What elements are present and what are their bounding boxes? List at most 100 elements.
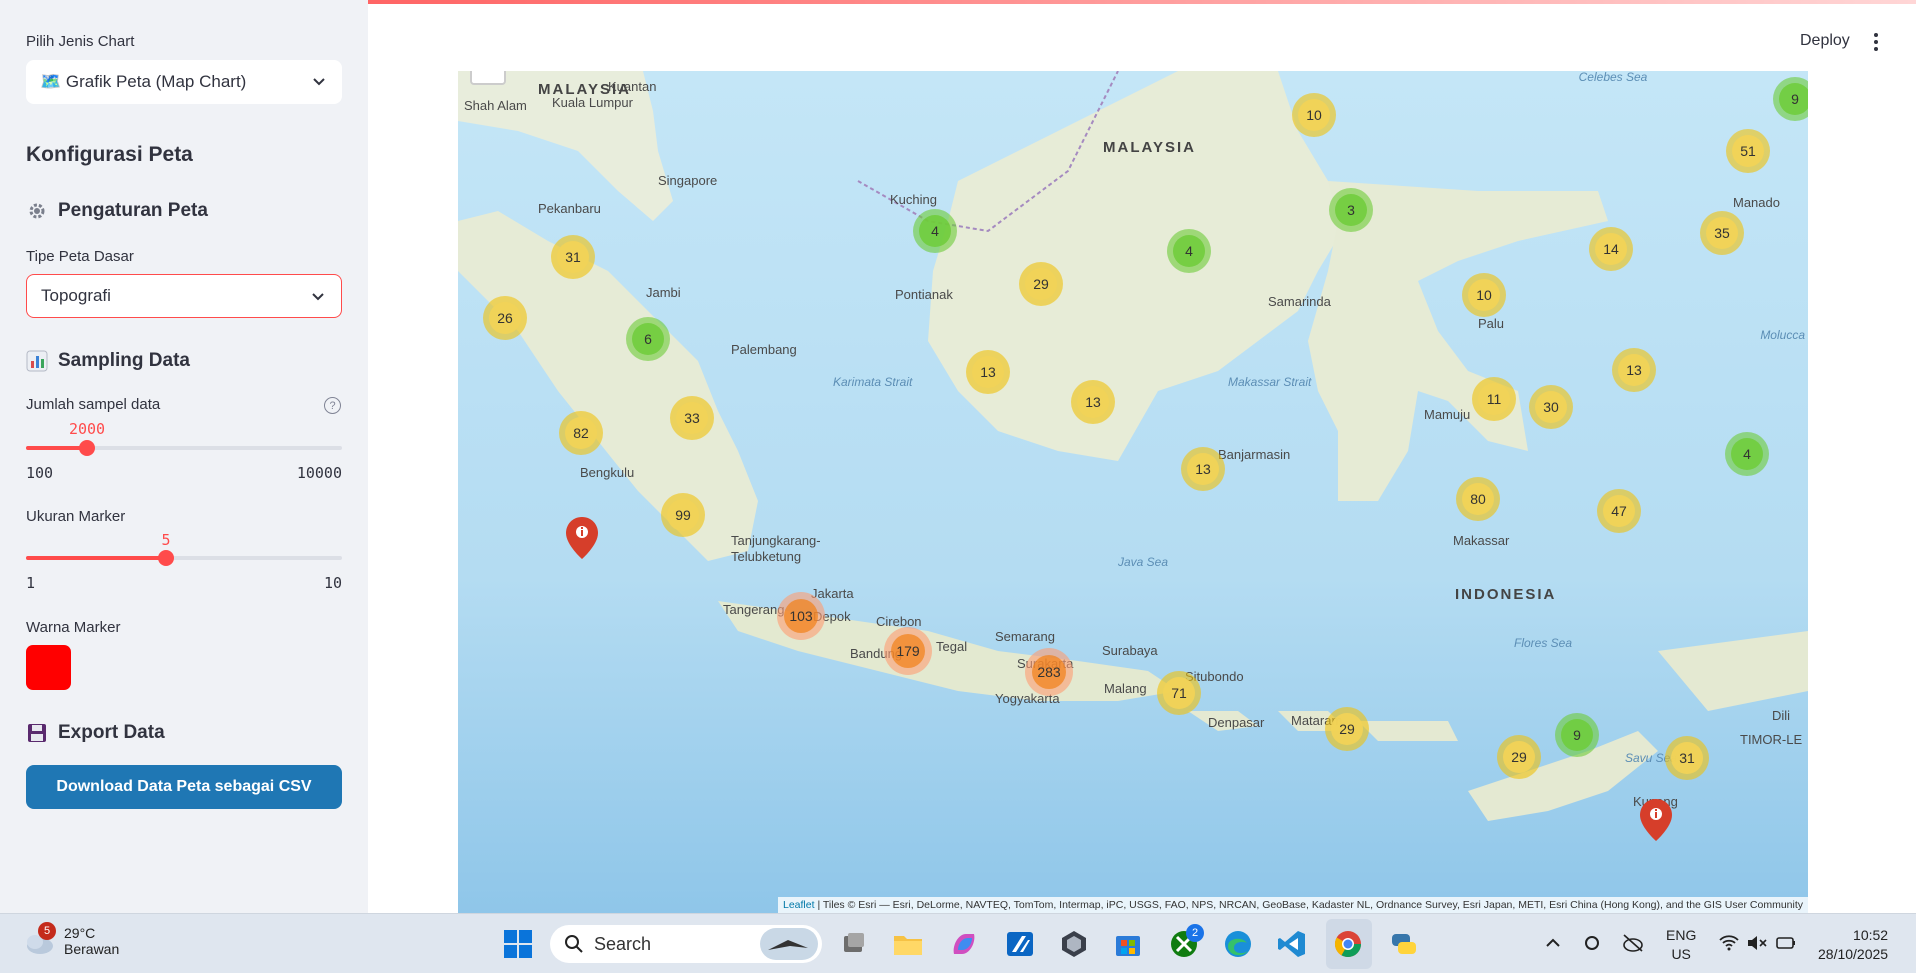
cloud-off-icon[interactable]: [1622, 933, 1644, 953]
sample-slider-thumb[interactable]: [79, 440, 95, 456]
marker-cluster-count: 13: [1187, 453, 1219, 485]
marker-cluster[interactable]: 14: [1589, 227, 1633, 271]
marker-cluster-count: 30: [1535, 391, 1567, 423]
marker-cluster-count: 4: [919, 215, 951, 247]
download-csv-button[interactable]: Download Data Peta sebagai CSV: [26, 765, 342, 809]
deploy-button[interactable]: Deploy: [1800, 32, 1850, 50]
marker-cluster-count: 9: [1561, 719, 1593, 751]
marker-cluster[interactable]: 4: [1725, 432, 1769, 476]
chevron-down-icon: [312, 293, 324, 301]
language-indicator[interactable]: ENG US: [1666, 926, 1696, 964]
map-container[interactable]: MALAYSIA Kuantan Shah Alam Kuala Lumpur Sing…: [458, 71, 1808, 913]
place-label-kuala_lumpur: Kuala Lumpur: [552, 95, 633, 110]
marker-cluster[interactable]: 71: [1157, 671, 1201, 715]
sampling-heading: Sampling Data: [26, 350, 190, 372]
place-label-kuching: Kuching: [890, 192, 937, 207]
chart-type-label: Pilih Jenis Chart: [26, 33, 135, 50]
chart-type-select[interactable]: 🗺️ Grafik Peta (Map Chart): [26, 60, 342, 104]
marker-cluster[interactable]: 82: [559, 411, 603, 455]
marker-cluster[interactable]: 29: [1497, 735, 1541, 779]
marker-cluster[interactable]: 4: [1167, 229, 1211, 273]
chevron-down-icon: [313, 78, 325, 86]
marker-color-picker[interactable]: [26, 645, 71, 690]
marker-cluster[interactable]: 11: [1472, 377, 1516, 421]
place-label-jambi: Jambi: [646, 285, 681, 300]
marker-cluster-count: 10: [1298, 99, 1330, 131]
marker-cluster[interactable]: 35: [1700, 211, 1744, 255]
chrome-icon[interactable]: [1332, 928, 1364, 960]
marker-cluster[interactable]: 33: [670, 396, 714, 440]
marker-slider[interactable]: [26, 550, 342, 566]
map-pin-icon[interactable]: [1638, 797, 1674, 843]
copilot-icon[interactable]: [948, 928, 980, 960]
bar-chart-icon: [26, 350, 48, 372]
marker-cluster[interactable]: 10: [1462, 273, 1506, 317]
marker-cluster-count: 35: [1706, 217, 1738, 249]
zoom-control[interactable]: [470, 71, 506, 85]
taskbar: 29°C Berawan 5 Search 2 ENG US 10:52 28/…: [0, 913, 1916, 973]
marker-cluster[interactable]: 26: [483, 296, 527, 340]
wifi-icon[interactable]: [1718, 934, 1740, 952]
vscode-icon[interactable]: [1276, 928, 1308, 960]
power-automate-icon[interactable]: [1004, 928, 1036, 960]
clock[interactable]: 10:52 28/10/2025: [1818, 926, 1888, 964]
place-label-pontianak: Pontianak: [895, 287, 953, 302]
kebab-menu-icon[interactable]: [1872, 32, 1880, 52]
marker-cluster[interactable]: 4: [913, 209, 957, 253]
marker-cluster[interactable]: 13: [1071, 380, 1115, 424]
marker-cluster[interactable]: 29: [1325, 707, 1369, 751]
marker-cluster[interactable]: 51: [1726, 129, 1770, 173]
floppy-disk-icon: [28, 724, 46, 742]
marker-cluster[interactable]: 179: [884, 627, 932, 675]
volume-muted-icon[interactable]: [1746, 934, 1768, 952]
sample-slider-min: 100: [26, 464, 54, 482]
marker-cluster[interactable]: 10: [1292, 93, 1336, 137]
marker-cluster[interactable]: 31: [1665, 736, 1709, 780]
edge-icon[interactable]: [1222, 928, 1254, 960]
sample-slider-label: Jumlah sampel data: [26, 396, 161, 413]
marker-slider-min: 1: [26, 574, 36, 592]
marker-slider-thumb[interactable]: [158, 550, 174, 566]
marker-cluster[interactable]: 47: [1597, 489, 1641, 533]
taskbar-search[interactable]: Search: [550, 925, 822, 963]
marker-cluster[interactable]: 103: [777, 592, 825, 640]
chevron-up-icon[interactable]: [1544, 934, 1562, 952]
sample-slider[interactable]: [26, 440, 342, 456]
marker-color-label: Warna Marker: [26, 619, 121, 636]
marker-cluster[interactable]: 30: [1529, 385, 1573, 429]
map-pin-icon[interactable]: [564, 515, 600, 561]
place-label-timor: TIMOR-LE: [1740, 732, 1803, 747]
marker-cluster[interactable]: 13: [966, 350, 1010, 394]
marker-cluster[interactable]: 99: [661, 493, 705, 537]
help-icon[interactable]: ?: [324, 397, 341, 414]
marker-cluster[interactable]: 283: [1025, 648, 1073, 696]
microsoft-store-icon[interactable]: [1112, 928, 1144, 960]
cube-app-icon[interactable]: [1058, 928, 1090, 960]
marker-cluster[interactable]: 6: [626, 317, 670, 361]
marker-cluster[interactable]: 31: [551, 235, 595, 279]
temperature: 29°C: [64, 925, 96, 941]
marker-cluster-count: 13: [972, 356, 1004, 388]
windows-start-icon[interactable]: [502, 928, 534, 960]
weather-widget[interactable]: 29°C Berawan: [22, 924, 119, 958]
file-explorer-icon[interactable]: [892, 928, 924, 960]
battery-icon[interactable]: [1774, 934, 1796, 952]
attribution-text: | Tiles © Esri — Esri, DeLorme, NAVTEQ, …: [814, 899, 1803, 911]
basemap-select[interactable]: Topografi: [26, 274, 342, 318]
place-label-bengkulu: Bengkulu: [580, 465, 635, 480]
python-icon[interactable]: [1388, 928, 1420, 960]
place-label-palembang: Palembang: [731, 342, 797, 357]
marker-cluster-count: 13: [1618, 354, 1650, 386]
leaflet-link[interactable]: Leaflet: [783, 899, 815, 911]
marker-cluster[interactable]: 3: [1329, 188, 1373, 232]
marker-cluster[interactable]: 9: [1555, 713, 1599, 757]
place-label-banjarmasin: Banjarmasin: [1218, 447, 1291, 462]
marker-cluster[interactable]: 29: [1019, 262, 1063, 306]
marker-cluster[interactable]: 13: [1612, 348, 1656, 392]
place-label-tegal: Tegal: [936, 639, 968, 654]
location-icon[interactable]: [1582, 933, 1602, 953]
marker-cluster[interactable]: 80: [1456, 477, 1500, 521]
chart-type-value: 🗺️ Grafik Peta (Map Chart): [40, 72, 247, 91]
marker-cluster[interactable]: 13: [1181, 447, 1225, 491]
task-view-icon[interactable]: [838, 928, 870, 960]
